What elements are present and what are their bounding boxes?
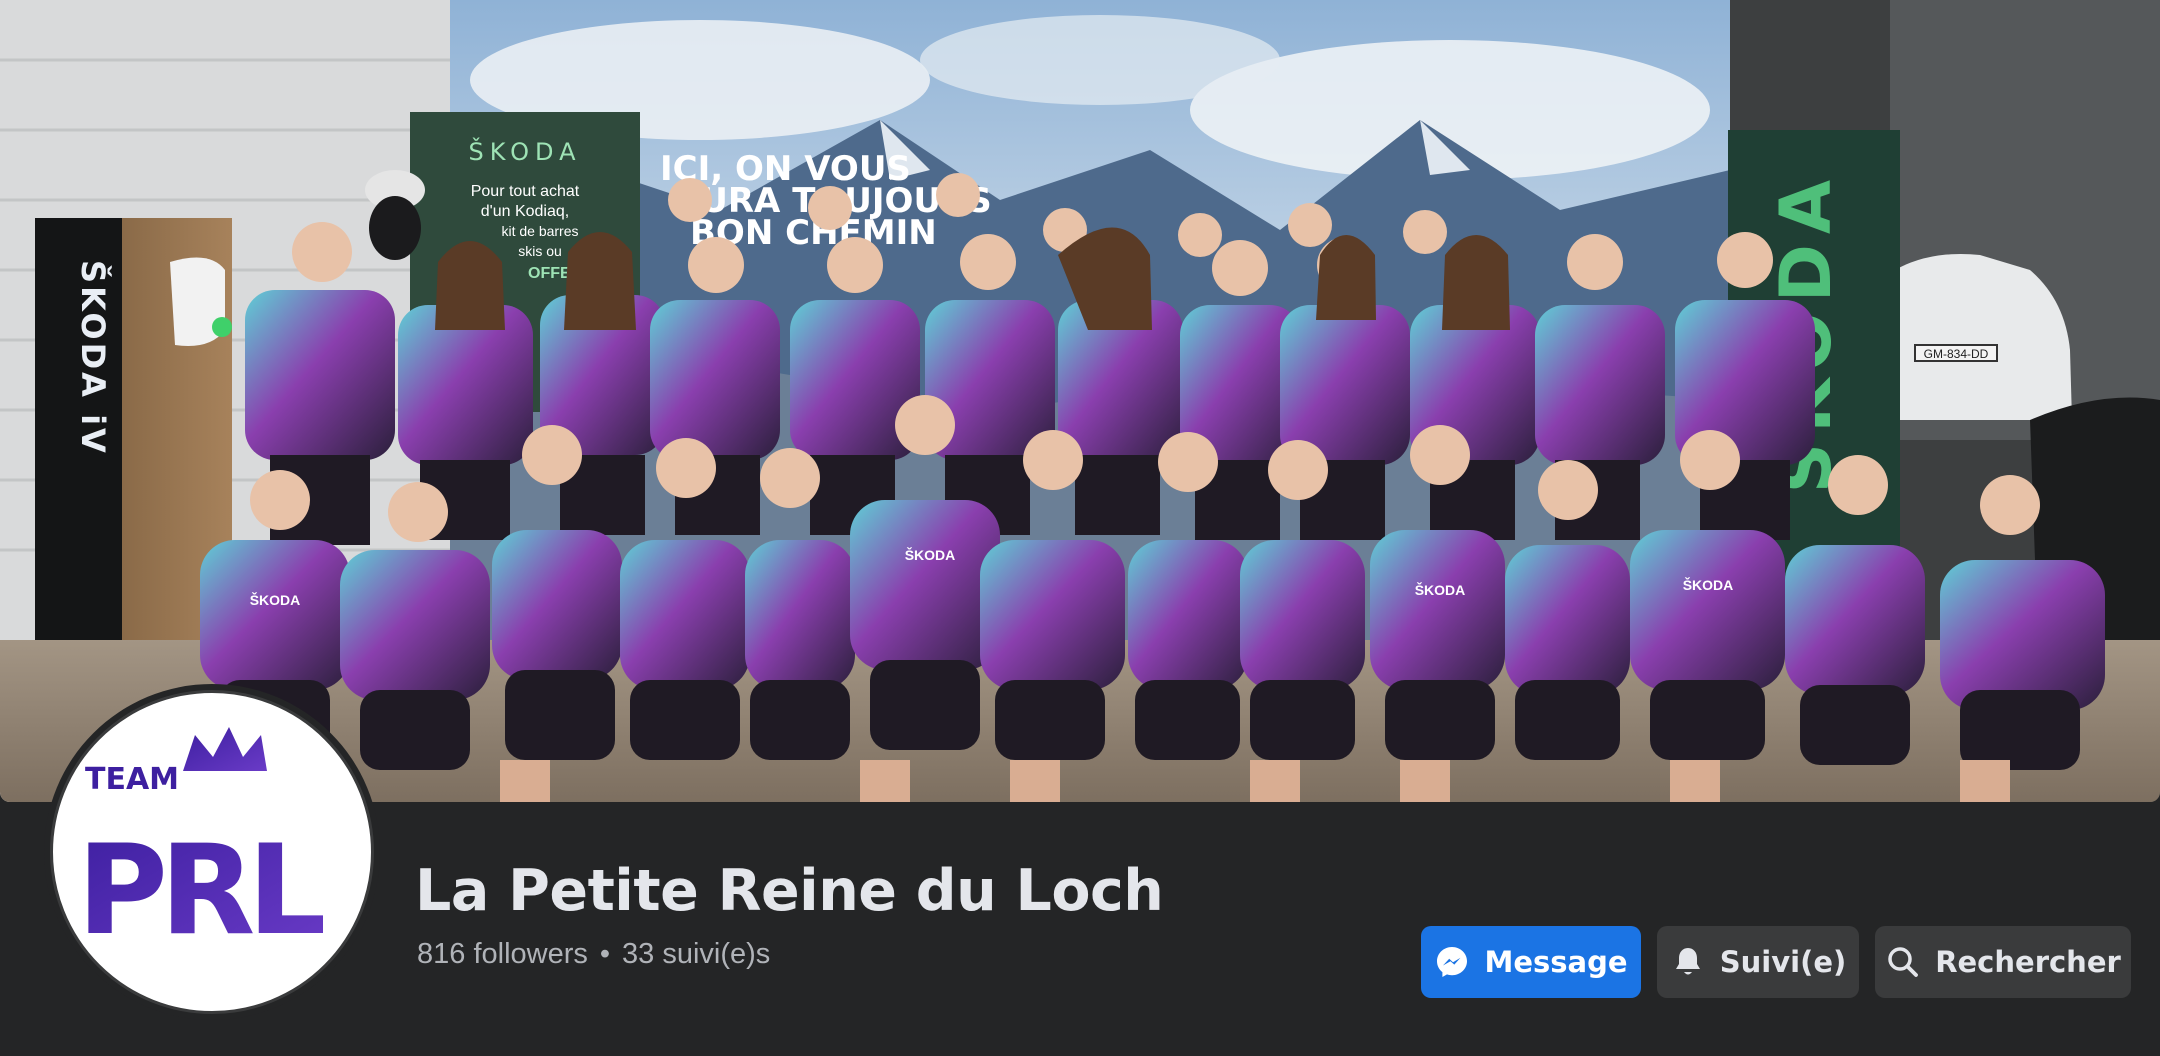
search-button-label: Rechercher [1935, 945, 2121, 979]
bell-icon [1670, 944, 1706, 980]
search-icon [1885, 944, 1921, 980]
jersey-sponsor: ŠKODA [905, 546, 956, 563]
following-count[interactable]: 33 suivi(e)s [622, 938, 770, 970]
jersey-sponsor: ŠKODA [250, 591, 301, 608]
follow-button[interactable]: Suivi(e) [1657, 926, 1859, 998]
message-button[interactable]: Message [1421, 926, 1641, 998]
page-stats: 816 followers • 33 suivi(e)s [417, 938, 770, 971]
stats-separator: • [599, 938, 611, 970]
profile-picture[interactable]: TEAM PRL [44, 684, 380, 1020]
cover-photo-art: GM-834-DD ICI, ON VOUS AURA TOUJOURS BON… [0, 0, 2160, 802]
jersey-sponsor: ŠKODA [1415, 581, 1466, 598]
pillar-text: ŠKODA iV [74, 260, 113, 456]
team-prl-logo: TEAM PRL [50, 690, 374, 1014]
crown-icon [183, 727, 267, 771]
logo-prl-text: PRL [77, 819, 323, 963]
left-banner-text-3: kit de barres [501, 223, 578, 239]
facebook-page-header: GM-834-DD ICI, ON VOUS AURA TOUJOURS BON… [0, 0, 2160, 1056]
license-plate: GM-834-DD [1924, 347, 1989, 361]
follow-button-label: Suivi(e) [1719, 945, 1847, 979]
messenger-icon [1434, 944, 1470, 980]
left-banner-text-1: Pour tout achat [471, 183, 580, 200]
team-logo-art: TEAM PRL [77, 727, 331, 963]
followers-count[interactable]: 816 followers [417, 938, 588, 970]
left-banner-text-2: d'un Kodiaq, [481, 203, 569, 220]
left-banner-brand: ŠKODA [468, 136, 581, 166]
cover-photo[interactable]: GM-834-DD ICI, ON VOUS AURA TOUJOURS BON… [0, 0, 2160, 802]
left-banner-text-4: skis ou [518, 243, 562, 259]
search-button[interactable]: Rechercher [1875, 926, 2131, 998]
logo-team-text: TEAM [85, 762, 179, 797]
message-button-label: Message [1484, 945, 1628, 979]
jersey-sponsor: ŠKODA [1683, 576, 1734, 593]
page-title: La Petite Reine du Loch [415, 858, 1164, 924]
